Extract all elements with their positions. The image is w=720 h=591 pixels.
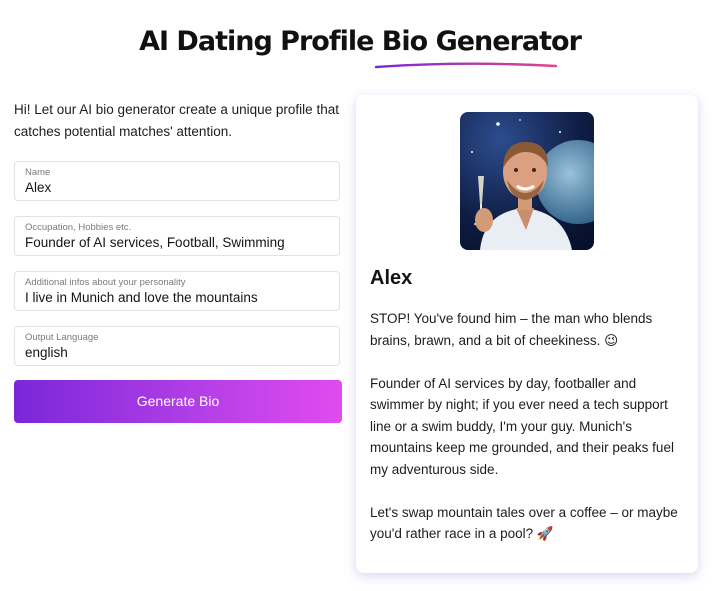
occupation-field-label: Occupation, Hobbies etc. [25,222,132,233]
occupation-field-value[interactable]: Founder of AI services, Football, Swimmi… [25,234,329,252]
bio-text: STOP! You've found him – the man who ble… [370,308,688,566]
title-underline [374,62,558,69]
name-field-label: Name [25,167,51,178]
personality-field-value[interactable]: I live in Munich and love the mountains [25,289,329,307]
language-field-label: Output Language [25,332,99,343]
occupation-field[interactable]: Occupation, Hobbies etc. Founder of AI s… [14,216,340,256]
language-field[interactable]: Output Language english [14,326,340,366]
bio-paragraph: Let's swap mountain tales over a coffee … [370,504,678,542]
personality-field[interactable]: Additional infos about your personality … [14,271,340,311]
language-field-value[interactable]: english [25,344,329,362]
bio-paragraph: Founder of AI services by day, footballe… [370,375,674,477]
bio-name-heading: Alex [370,267,413,289]
profile-avatar [460,112,594,250]
page-title: AI Dating Profile Bio Generator [139,26,582,57]
personality-field-label: Additional infos about your personality [25,277,186,288]
generate-bio-button[interactable]: Generate Bio [14,380,342,423]
intro-text: Hi! Let our AI bio generator create a un… [14,102,339,139]
name-field-value[interactable]: Alex [25,179,329,197]
name-field[interactable]: Name Alex [14,161,340,201]
bio-paragraph: STOP! You've found him – the man who ble… [370,311,653,348]
bio-result-card: Alex STOP! You've found him – the man wh… [356,95,698,573]
